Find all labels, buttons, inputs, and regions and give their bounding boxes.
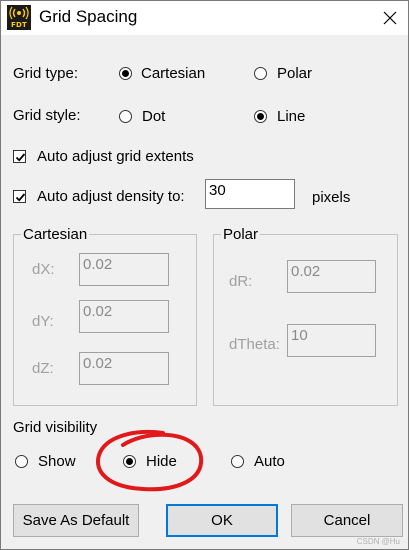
dtheta-input[interactable]: 10: [287, 324, 376, 357]
auto-adjust-density-label: Auto adjust density to:: [37, 188, 185, 205]
checkmark-icon: [15, 153, 26, 162]
grid-visibility-label: Grid visibility: [13, 419, 98, 436]
density-unit-label: pixels: [312, 189, 351, 206]
close-icon: [383, 11, 397, 25]
checkbox-box: [13, 150, 26, 163]
dr-input[interactable]: 0.02: [287, 260, 376, 293]
cancel-label: Cancel: [323, 512, 371, 529]
dz-input[interactable]: 0.02: [79, 352, 169, 385]
visibility-show-label: Show: [38, 453, 76, 470]
checkbox-box: [13, 190, 26, 203]
radio-indicator: [254, 67, 267, 80]
radio-indicator: [119, 110, 132, 123]
save-as-default-button[interactable]: Save As Default: [13, 504, 139, 537]
red-annotation-circle: [96, 430, 204, 492]
checkmark-icon: [15, 193, 26, 202]
polar-group-title: Polar: [221, 226, 261, 243]
visibility-auto-label: Auto: [254, 453, 285, 470]
radio-indicator: [231, 455, 244, 468]
grid-type-label: Grid type:: [13, 65, 79, 82]
radio-indicator: [254, 110, 267, 123]
grid-style-label: Grid style:: [13, 107, 81, 124]
radio-indicator: [119, 67, 132, 80]
radio-indicator: [15, 455, 28, 468]
cancel-button[interactable]: Cancel: [291, 504, 403, 537]
dz-label: dZ:: [32, 360, 54, 377]
save-as-default-label: Save As Default: [22, 512, 130, 529]
dtheta-label: dTheta:: [229, 336, 280, 353]
dr-label: dR:: [229, 273, 253, 290]
ok-button[interactable]: OK: [166, 504, 278, 537]
window-title: Grid Spacing: [39, 7, 138, 26]
dy-label: dY:: [32, 313, 54, 330]
watermark: CSDN @Hu: [356, 537, 400, 546]
grid-type-cartesian-label: Cartesian: [141, 65, 206, 82]
cartesian-group-title: Cartesian: [21, 226, 90, 243]
dx-input[interactable]: 0.02: [79, 253, 169, 286]
grid-spacing-dialog: FDT Grid Spacing Grid type: Cartesian Po…: [0, 0, 409, 550]
title-bar: FDT Grid Spacing: [1, 1, 408, 35]
grid-type-polar-label: Polar: [277, 65, 313, 82]
app-icon-label: FDT: [11, 21, 27, 29]
dx-label: dX:: [32, 261, 55, 278]
auto-adjust-extents-label: Auto adjust grid extents: [37, 148, 194, 165]
density-input[interactable]: 30: [205, 179, 295, 209]
grid-style-dot-label: Dot: [142, 108, 166, 125]
app-icon: FDT: [7, 5, 31, 30]
ok-label: OK: [211, 512, 233, 529]
grid-style-line-label: Line: [277, 108, 306, 125]
close-button[interactable]: [373, 3, 407, 33]
dy-input[interactable]: 0.02: [79, 300, 169, 333]
